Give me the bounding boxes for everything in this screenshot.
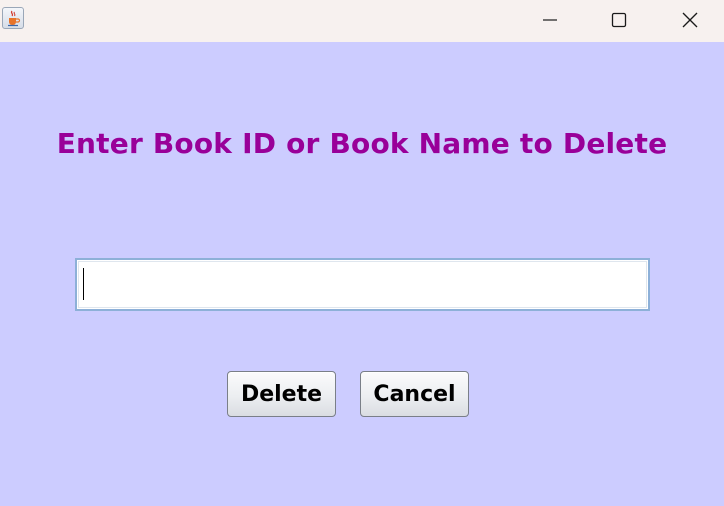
close-button[interactable] xyxy=(667,0,713,40)
window-titlebar[interactable] xyxy=(0,0,724,42)
close-icon xyxy=(682,12,698,28)
maximize-icon xyxy=(611,12,627,28)
delete-button[interactable]: Delete xyxy=(227,371,336,417)
java-cup-icon[interactable] xyxy=(2,7,24,29)
minimize-button[interactable] xyxy=(527,0,573,40)
book-id-or-name-input[interactable] xyxy=(75,258,650,311)
minimize-icon xyxy=(543,19,557,21)
text-caret xyxy=(83,268,84,300)
delete-prompt-label: Enter Book ID or Book Name to Delete xyxy=(56,127,668,160)
cancel-button[interactable]: Cancel xyxy=(360,371,469,417)
maximize-button[interactable] xyxy=(596,0,642,40)
